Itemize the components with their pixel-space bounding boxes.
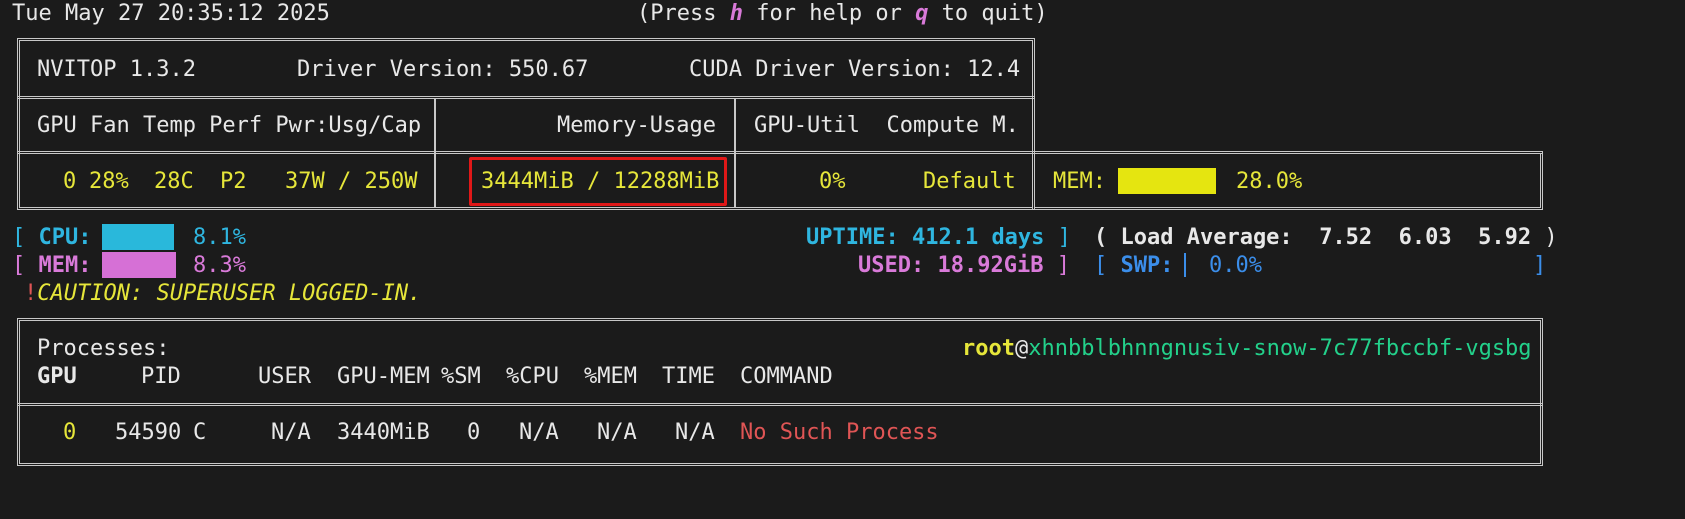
proc-col-pid: PID bbox=[141, 364, 181, 389]
bracket-open: [ bbox=[12, 225, 39, 250]
proc-gpu: 0 bbox=[63, 420, 77, 445]
proc-col-user: USER bbox=[258, 364, 311, 389]
proc-type: C bbox=[193, 420, 207, 445]
help-hint: (Press h for help or q to quit) bbox=[637, 0, 1048, 28]
uptime: UPTIME: 412.1 days ] bbox=[806, 225, 1071, 250]
gpu-memory-usage: 3444MiB / 12288MiB bbox=[481, 169, 720, 194]
processes-title: Processes: bbox=[37, 336, 170, 361]
quit-key: q bbox=[915, 1, 929, 26]
cpu-label: CPU: bbox=[38, 225, 92, 250]
help-key: h bbox=[729, 1, 743, 26]
nvitop-version: NVITOP 1.3.2 bbox=[37, 57, 196, 82]
mem-stat: [ MEM: bbox=[12, 252, 91, 280]
proc-gpu-mem: 3440MiB bbox=[337, 420, 430, 445]
cpu-percent: 8.1% bbox=[193, 225, 246, 250]
proc-time: N/A bbox=[675, 420, 715, 445]
column-header-util: GPU-Util Compute M. bbox=[754, 113, 1019, 138]
used-label: USED: bbox=[858, 253, 925, 278]
uptime-value: 412.1 days bbox=[911, 225, 1045, 250]
proc-col-mem: %MEM bbox=[584, 364, 637, 389]
proc-col-command: COMMAND bbox=[740, 364, 833, 389]
gpu-mem-label: MEM: bbox=[1053, 169, 1106, 194]
proc-mem: N/A bbox=[597, 420, 637, 445]
gpu-mem-bar bbox=[1118, 168, 1216, 194]
gpu-temp: 28C bbox=[154, 169, 194, 194]
divider bbox=[434, 98, 436, 208]
gpu-util: 0% bbox=[819, 169, 846, 194]
proc-col-gpu-mem: GPU-MEM bbox=[337, 364, 430, 389]
used-value: 18.92GiB bbox=[937, 253, 1044, 278]
divider bbox=[734, 98, 736, 208]
proc-sm: 0 bbox=[467, 420, 481, 445]
proc-col-time: TIME bbox=[662, 364, 715, 389]
swap-stat: [ SWP: bbox=[1094, 253, 1174, 278]
column-header-memory: Memory-Usage bbox=[557, 113, 716, 138]
datetime: Tue May 27 20:35:12 2025 bbox=[12, 1, 330, 26]
gpu-mem-percent: 28.0% bbox=[1236, 169, 1303, 194]
gpu-fan: 28% bbox=[89, 169, 129, 194]
proc-col-sm: %SM bbox=[441, 364, 481, 389]
load-label: ( Load Average: bbox=[1094, 225, 1293, 250]
used-memory: USED: 18.92GiB ] bbox=[858, 253, 1070, 278]
mem-label: MEM: bbox=[38, 253, 92, 278]
mem-percent: 8.3% bbox=[193, 253, 246, 278]
cpu-bar bbox=[102, 224, 174, 250]
proc-col-cpu: %CPU bbox=[506, 364, 559, 389]
gpu-index: 0 bbox=[63, 169, 77, 194]
cuda-version: CUDA Driver Version: 12.4 bbox=[689, 57, 1021, 82]
mem-bar bbox=[102, 252, 176, 278]
column-header-gpu: GPU Fan Temp Perf Pwr:Usg/Cap bbox=[37, 113, 422, 138]
hostname: xhnbblbhnngnusiv-snow-7c77fbccbf-vgsbg bbox=[1028, 336, 1532, 361]
bracket-open: [ bbox=[12, 253, 39, 278]
help-mid: for help or bbox=[742, 1, 916, 26]
load-average: ( Load Average: 7.52 6.03 5.92 ) bbox=[1094, 225, 1558, 250]
help-suffix: to quit) bbox=[928, 1, 1048, 26]
proc-pid: 54590 bbox=[115, 420, 182, 445]
cpu-stat: [ CPU: bbox=[12, 224, 91, 252]
load-values: 7.52 6.03 5.92 bbox=[1319, 225, 1532, 250]
proc-cpu: N/A bbox=[519, 420, 559, 445]
uptime-label: UPTIME: bbox=[806, 225, 899, 250]
gpu-perf: P2 bbox=[220, 169, 247, 194]
caution-mark: ! bbox=[24, 281, 38, 306]
driver-version: Driver Version: 550.67 bbox=[297, 57, 589, 82]
proc-col-gpu: GPU bbox=[37, 364, 77, 389]
divider bbox=[17, 96, 1035, 99]
user-name: root bbox=[962, 336, 1015, 361]
at-sign: @ bbox=[1014, 336, 1029, 361]
swp-percent: 0.0% bbox=[1209, 253, 1262, 278]
proc-command: No Such Process bbox=[740, 420, 939, 445]
gpu-power: 37W / 250W bbox=[285, 169, 418, 194]
help-prefix: (Press bbox=[637, 1, 730, 26]
proc-user: N/A bbox=[271, 420, 311, 445]
swp-label: SWP: bbox=[1120, 253, 1174, 278]
swap-bar-marker bbox=[1184, 253, 1186, 277]
user-host: root@xhnbblbhnngnusiv-snow-7c77fbccbf-vg… bbox=[962, 335, 1532, 363]
bracket-close: ] bbox=[1533, 253, 1547, 278]
gpu-compute-mode: Default bbox=[923, 169, 1016, 194]
divider bbox=[17, 403, 1543, 406]
caution-text: CAUTION: SUPERUSER LOGGED-IN. bbox=[37, 281, 422, 306]
caution-line: !CAUTION: SUPERUSER LOGGED-IN. bbox=[24, 280, 421, 308]
